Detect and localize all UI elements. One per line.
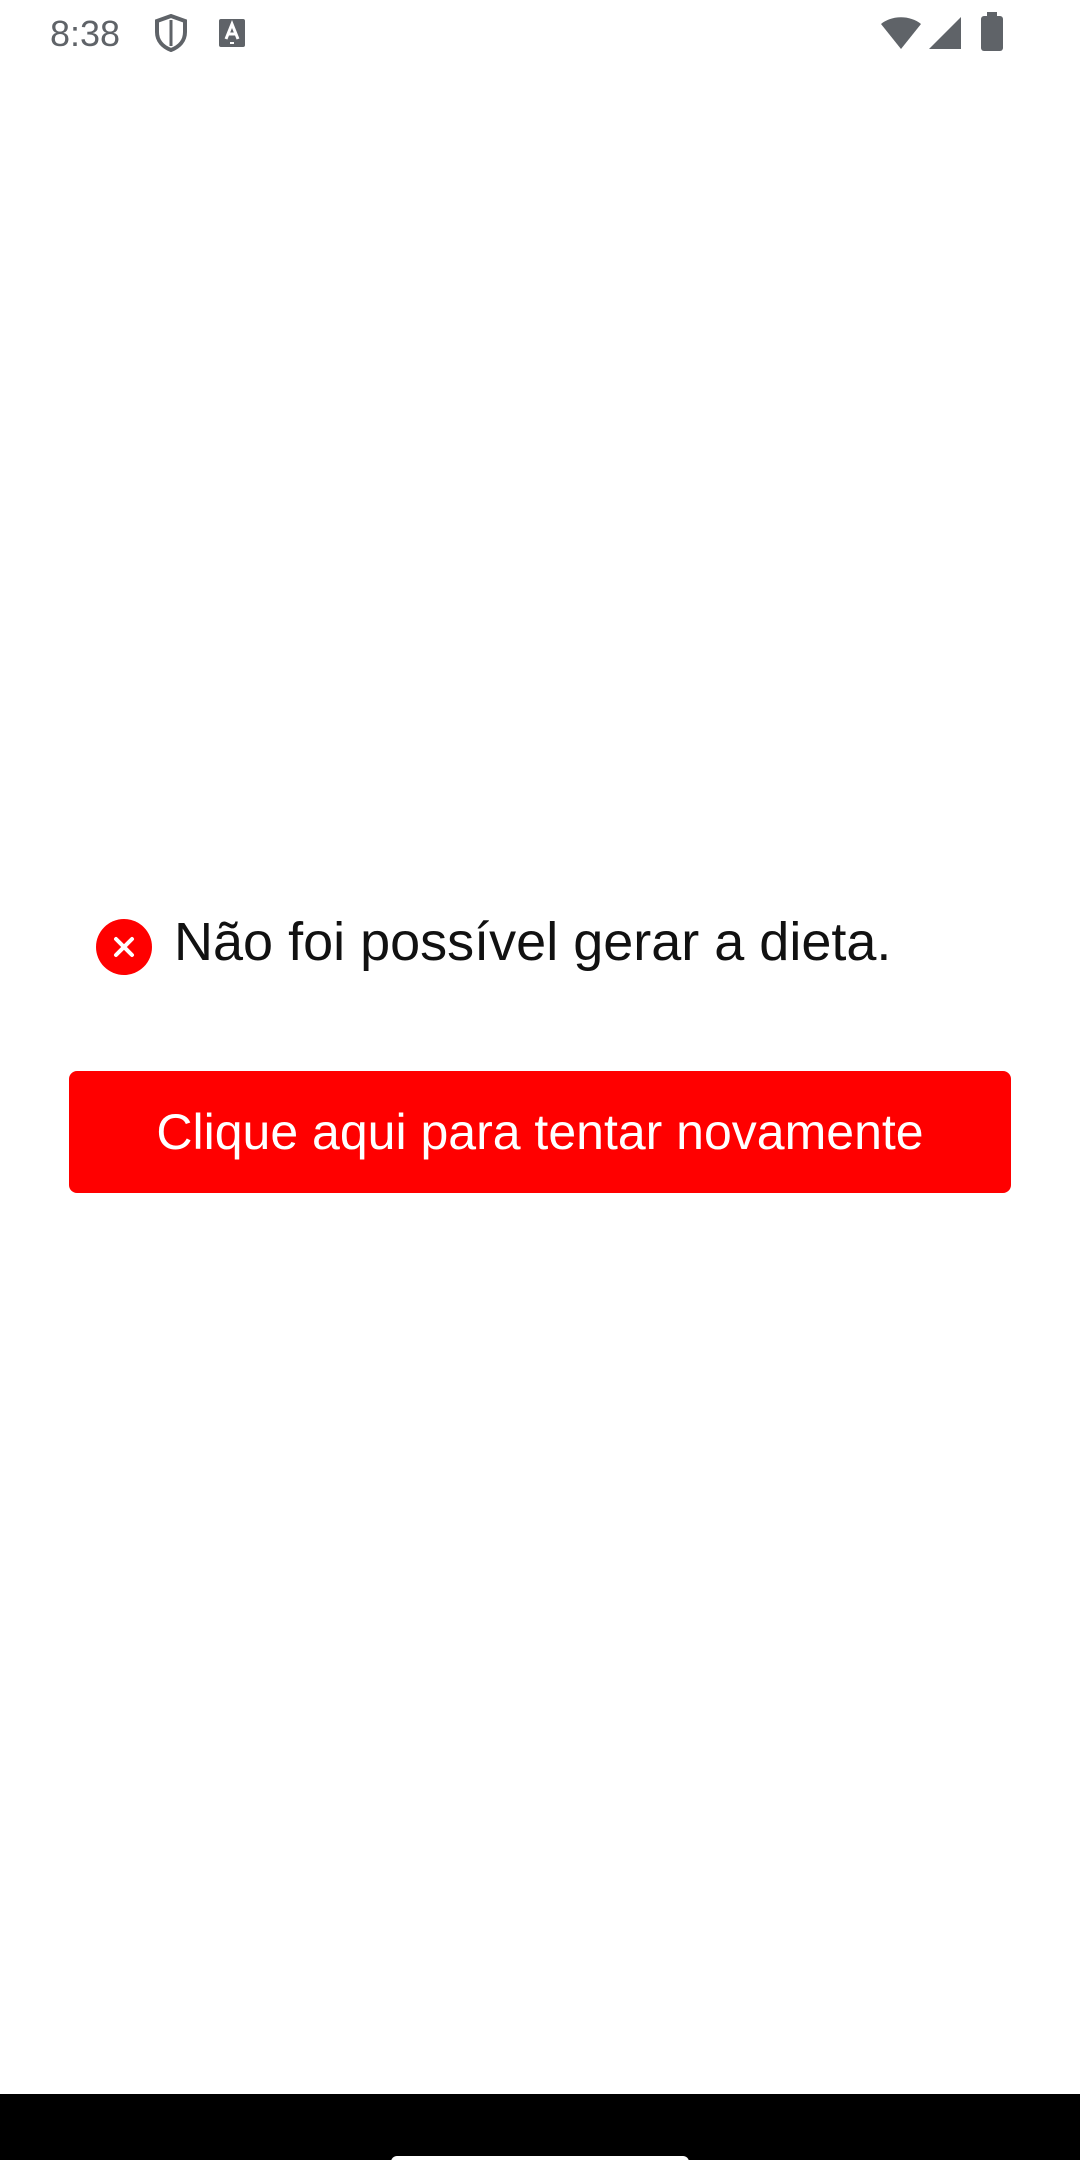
shield-icon <box>155 14 187 52</box>
error-message: Não foi possível gerar a dieta. <box>174 912 892 972</box>
wifi-icon <box>881 17 921 49</box>
status-bar: 8:38 <box>0 0 1080 66</box>
status-time: 8:38 <box>50 13 121 54</box>
battery-icon <box>981 12 1003 51</box>
keyboard-a-icon <box>219 19 245 47</box>
error-message-row: Não foi possível gerar a dieta. <box>96 902 891 982</box>
retry-button[interactable]: Clique aqui para tentar novamente <box>69 1071 1011 1193</box>
signal-icon <box>929 17 961 49</box>
home-indicator[interactable] <box>391 2156 689 2168</box>
navigation-bar <box>0 2094 1080 2160</box>
close-circle-icon <box>96 919 152 975</box>
